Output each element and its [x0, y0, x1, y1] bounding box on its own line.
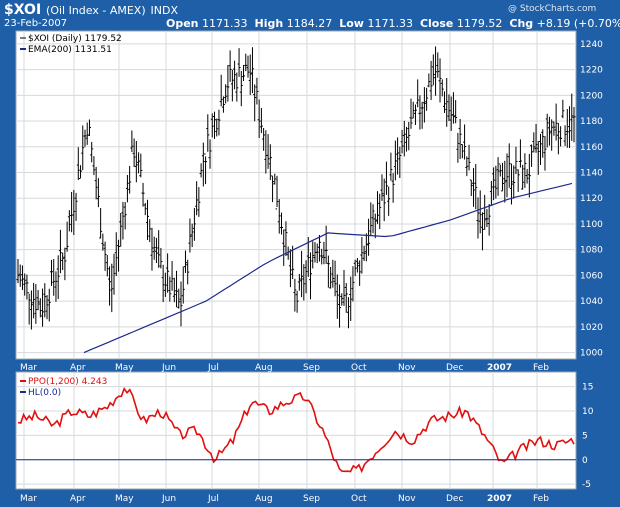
price-x-tick: Nov [398, 363, 416, 373]
price-panel [15, 30, 577, 360]
price-legend: $XOI (Daily) 1179.52 EMA(200) 1131.51 [20, 34, 122, 55]
price-legend-label: $XOI (Daily) 1179.52 [28, 34, 122, 44]
price-x-tick: May [115, 363, 134, 373]
price-y-tick: 1240 [580, 40, 603, 50]
ppo-x-tick: Dec [446, 494, 463, 504]
ppo-y-tick: -5 [582, 480, 591, 490]
price-y-tick: 1180 [580, 117, 603, 127]
price-x-tick: Sep [303, 363, 320, 373]
price-x-tick: Apr [70, 363, 86, 373]
ppo-x-tick: 2007 [487, 494, 512, 504]
ppo-y-tick: 0 [582, 456, 588, 466]
price-x-tick: Jun [161, 363, 176, 373]
price-x-tick: Oct [351, 363, 367, 373]
chart-svg: 1000 1020 1040 1060 1080 1100 1120 1140 1160 1180… [15, 30, 603, 504]
ppo-x-tick: Apr [70, 494, 86, 504]
ppo-x-tick: Feb [533, 494, 549, 504]
ppo-x-tick: Oct [351, 494, 367, 504]
price-y-tick: 1120 [580, 194, 603, 204]
ppo-y-tick: 5 [582, 431, 588, 441]
price-y-tick: 1080 [580, 246, 603, 256]
price-x-tick: 2007 [487, 363, 512, 373]
ppo-x-tick: Jul [207, 494, 219, 504]
ppo-panel [15, 371, 577, 490]
ppo-x-tick: Aug [255, 494, 273, 504]
price-y-tick: 1020 [580, 323, 603, 333]
price-x-tick: Dec [446, 363, 463, 373]
price-y-tick: 1100 [580, 220, 603, 230]
price-y-tick: 1160 [580, 143, 603, 153]
ppo-legend-label: PPO(1,200) 4.243 [28, 377, 107, 387]
ppo-x-tick: Sep [303, 494, 320, 504]
price-y-tick: 1000 [580, 349, 603, 359]
ema-legend-label: EMA(200) 1131.51 [28, 45, 112, 55]
ppo-x-tick: May [115, 494, 134, 504]
ppo-x-tick: Nov [398, 494, 416, 504]
price-y-tick: 1140 [580, 168, 603, 178]
ppo-y-tick: 10 [582, 407, 594, 417]
price-y-tick: 1220 [580, 66, 603, 76]
ppo-x-tick: Jun [161, 494, 176, 504]
price-y-tick: 1200 [580, 91, 603, 101]
price-x-tick: Aug [255, 363, 273, 373]
ppo-y-tick: 15 [582, 383, 593, 393]
price-y-tick: 1040 [580, 297, 603, 307]
price-x-tick: Feb [533, 363, 549, 373]
ppo-x-tick: Mar [20, 494, 37, 504]
price-x-tick: Jul [207, 363, 219, 373]
price-x-tick: Mar [20, 363, 37, 373]
hl-legend-label: HL(0.0) [28, 388, 61, 398]
price-y-tick: 1060 [580, 271, 603, 281]
